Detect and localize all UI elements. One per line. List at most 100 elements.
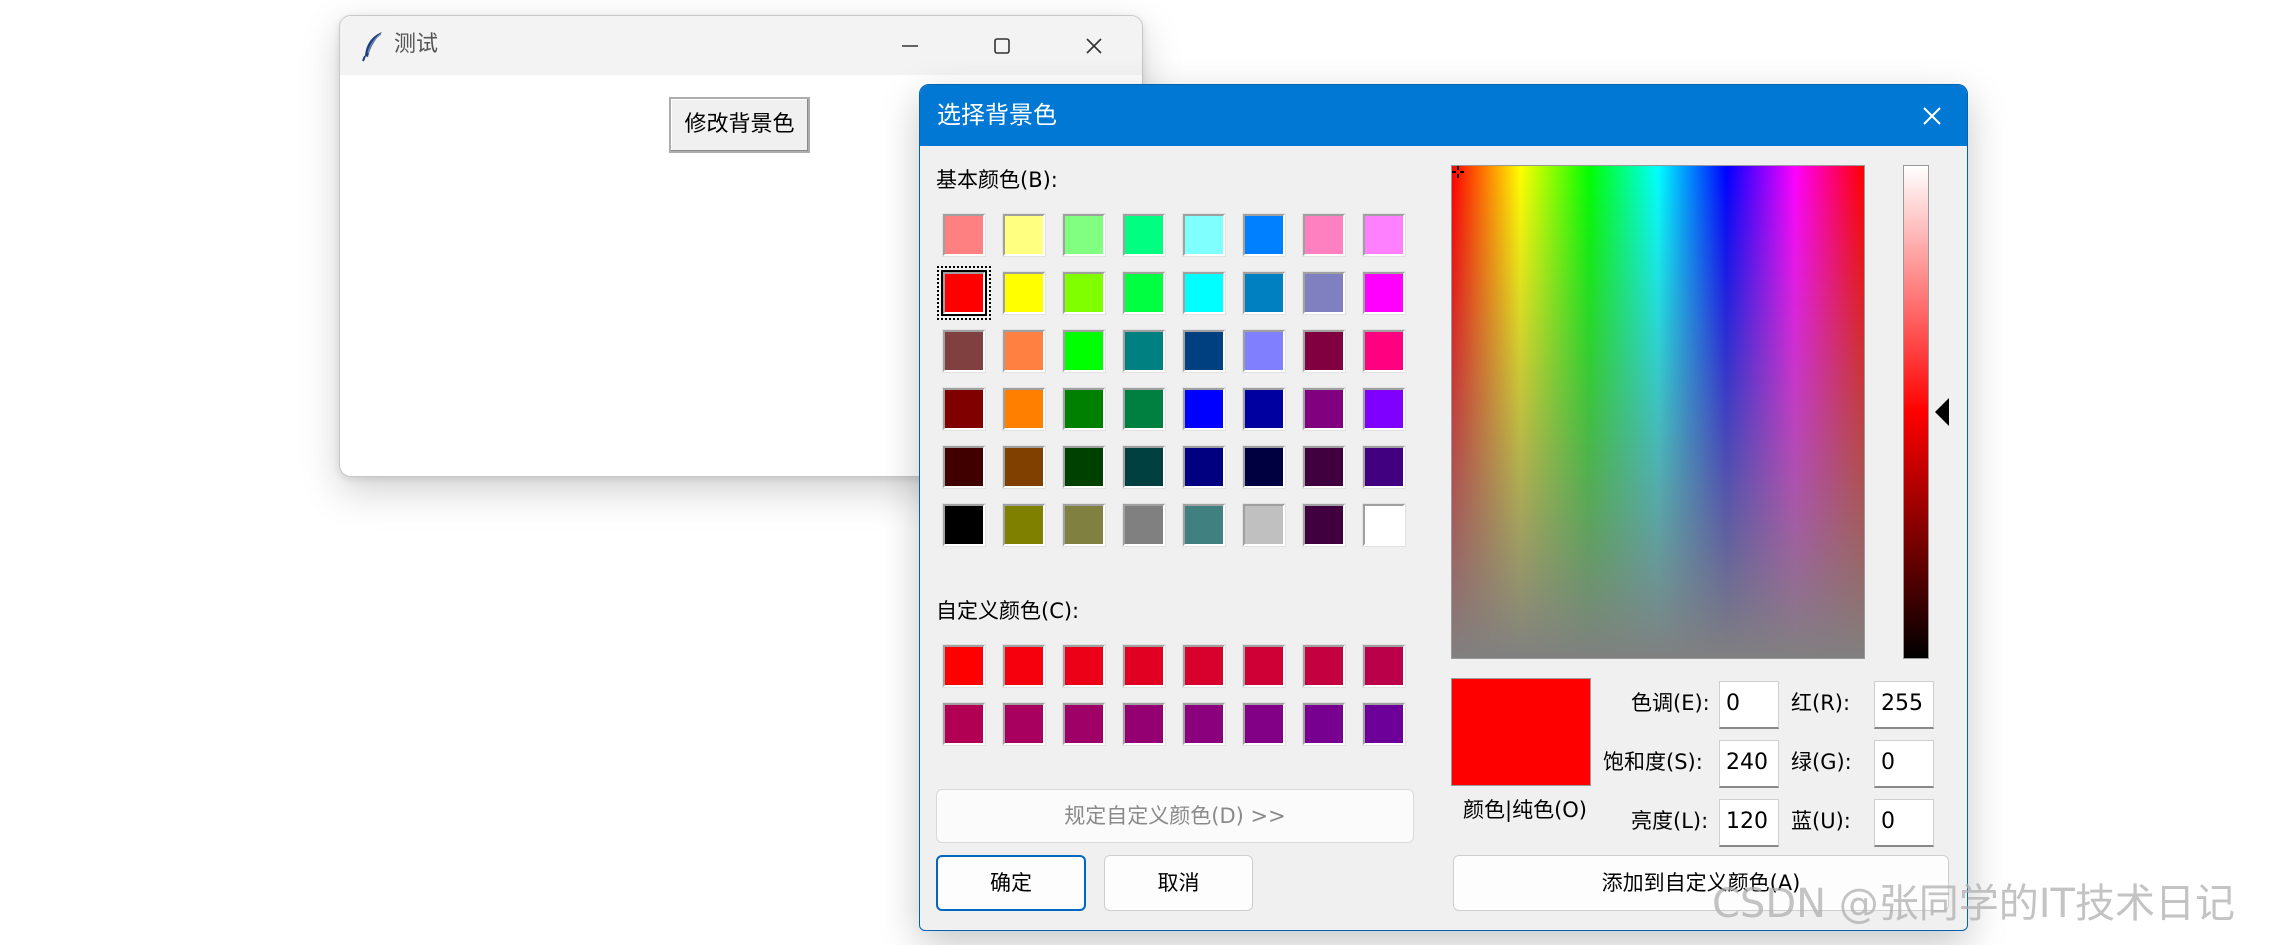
basic-color-cell[interactable]: [1117, 268, 1177, 326]
basic-color-swatch[interactable]: [1062, 387, 1106, 431]
basic-color-cell[interactable]: [997, 268, 1057, 326]
basic-color-swatch[interactable]: [1182, 271, 1226, 315]
basic-color-cell[interactable]: [1357, 384, 1417, 442]
basic-color-cell[interactable]: [1117, 326, 1177, 384]
basic-color-cell[interactable]: [1357, 442, 1417, 500]
basic-color-swatch[interactable]: [1002, 271, 1046, 315]
basic-color-swatch[interactable]: [1002, 213, 1046, 257]
basic-color-swatch[interactable]: [1302, 445, 1346, 489]
basic-color-cell[interactable]: [937, 384, 997, 442]
custom-color-cell[interactable]: [1237, 641, 1297, 699]
custom-color-cell[interactable]: [937, 699, 997, 757]
basic-color-cell[interactable]: [1057, 500, 1117, 558]
luminance-arrow-icon[interactable]: [1935, 398, 1951, 426]
basic-color-cell[interactable]: [1237, 326, 1297, 384]
luminance-slider[interactable]: [1903, 165, 1929, 659]
basic-color-swatch[interactable]: [1362, 387, 1406, 431]
custom-color-cell[interactable]: [1117, 641, 1177, 699]
custom-color-swatch[interactable]: [1002, 644, 1046, 688]
basic-color-cell[interactable]: [997, 326, 1057, 384]
basic-color-swatch[interactable]: [1242, 503, 1286, 547]
basic-color-cell[interactable]: [937, 500, 997, 558]
basic-color-cell[interactable]: [937, 442, 997, 500]
basic-color-cell[interactable]: [1117, 210, 1177, 268]
custom-color-cell[interactable]: [1237, 699, 1297, 757]
custom-color-swatch[interactable]: [942, 702, 986, 746]
basic-color-swatch[interactable]: [1002, 445, 1046, 489]
basic-color-swatch[interactable]: [1242, 387, 1286, 431]
basic-color-cell[interactable]: [1057, 326, 1117, 384]
custom-color-swatch[interactable]: [1242, 644, 1286, 688]
custom-color-swatch[interactable]: [1362, 644, 1406, 688]
basic-color-cell[interactable]: [997, 500, 1057, 558]
basic-color-cell[interactable]: [1177, 210, 1237, 268]
basic-color-swatch[interactable]: [1182, 445, 1226, 489]
basic-color-swatch[interactable]: [1362, 445, 1406, 489]
basic-color-cell[interactable]: [1297, 384, 1357, 442]
basic-color-swatch[interactable]: [1242, 445, 1286, 489]
cancel-button[interactable]: 取消: [1104, 855, 1253, 911]
basic-color-cell[interactable]: [997, 442, 1057, 500]
basic-color-swatch[interactable]: [1062, 329, 1106, 373]
basic-color-cell[interactable]: [1057, 442, 1117, 500]
basic-color-cell[interactable]: [1117, 384, 1177, 442]
basic-color-cell[interactable]: [1057, 384, 1117, 442]
basic-color-swatch[interactable]: [1062, 271, 1106, 315]
basic-color-swatch[interactable]: [942, 213, 986, 257]
basic-color-swatch[interactable]: [942, 387, 986, 431]
basic-color-cell[interactable]: [1297, 268, 1357, 326]
custom-color-swatch[interactable]: [1002, 702, 1046, 746]
basic-color-swatch[interactable]: [942, 329, 986, 373]
ok-button[interactable]: 确定: [936, 855, 1086, 911]
basic-color-cell[interactable]: [1297, 326, 1357, 384]
custom-color-swatch[interactable]: [1362, 702, 1406, 746]
custom-color-swatch[interactable]: [1242, 702, 1286, 746]
basic-color-swatch[interactable]: [1242, 271, 1286, 315]
basic-color-swatch[interactable]: [942, 445, 986, 489]
custom-color-cell[interactable]: [1117, 699, 1177, 757]
custom-color-cell[interactable]: [1177, 699, 1237, 757]
custom-color-swatch[interactable]: [1182, 644, 1226, 688]
basic-color-cell[interactable]: [937, 210, 997, 268]
custom-color-swatch[interactable]: [1302, 702, 1346, 746]
basic-color-swatch[interactable]: [1002, 503, 1046, 547]
basic-color-swatch[interactable]: [1302, 503, 1346, 547]
custom-color-cell[interactable]: [1177, 641, 1237, 699]
minimize-button[interactable]: [864, 16, 956, 75]
basic-color-cell[interactable]: [937, 266, 997, 326]
basic-color-cell[interactable]: [1237, 500, 1297, 558]
basic-color-cell[interactable]: [1357, 210, 1417, 268]
basic-color-swatch[interactable]: [1002, 387, 1046, 431]
basic-color-swatch[interactable]: [1242, 213, 1286, 257]
basic-color-cell[interactable]: [1177, 500, 1237, 558]
basic-color-swatch[interactable]: [1062, 213, 1106, 257]
basic-color-cell[interactable]: [1237, 210, 1297, 268]
basic-color-swatch[interactable]: [1122, 445, 1166, 489]
basic-color-cell[interactable]: [1117, 500, 1177, 558]
basic-color-swatch[interactable]: [1362, 329, 1406, 373]
basic-color-cell[interactable]: [1237, 384, 1297, 442]
custom-color-swatch[interactable]: [1062, 702, 1106, 746]
basic-color-swatch[interactable]: [1062, 445, 1106, 489]
custom-color-swatch[interactable]: [1302, 644, 1346, 688]
basic-color-swatch[interactable]: [942, 503, 986, 547]
basic-color-cell[interactable]: [1237, 268, 1297, 326]
custom-color-cell[interactable]: [1357, 641, 1417, 699]
basic-color-swatch[interactable]: [1122, 213, 1166, 257]
custom-color-swatch[interactable]: [1122, 702, 1166, 746]
green-input[interactable]: 0: [1874, 740, 1934, 788]
basic-color-swatch[interactable]: [1302, 213, 1346, 257]
maximize-button[interactable]: [956, 16, 1048, 75]
basic-color-swatch[interactable]: [1182, 503, 1226, 547]
basic-color-swatch[interactable]: [1122, 271, 1166, 315]
basic-color-cell[interactable]: [1357, 326, 1417, 384]
custom-color-cell[interactable]: [1057, 641, 1117, 699]
basic-color-swatch[interactable]: [1182, 213, 1226, 257]
custom-color-swatch[interactable]: [1062, 644, 1106, 688]
basic-color-cell[interactable]: [1357, 268, 1417, 326]
custom-color-swatch[interactable]: [942, 644, 986, 688]
basic-color-swatch[interactable]: [1362, 213, 1406, 257]
test-window-titlebar[interactable]: 测试: [340, 16, 1142, 75]
custom-color-cell[interactable]: [997, 641, 1057, 699]
basic-color-swatch[interactable]: [937, 266, 991, 320]
